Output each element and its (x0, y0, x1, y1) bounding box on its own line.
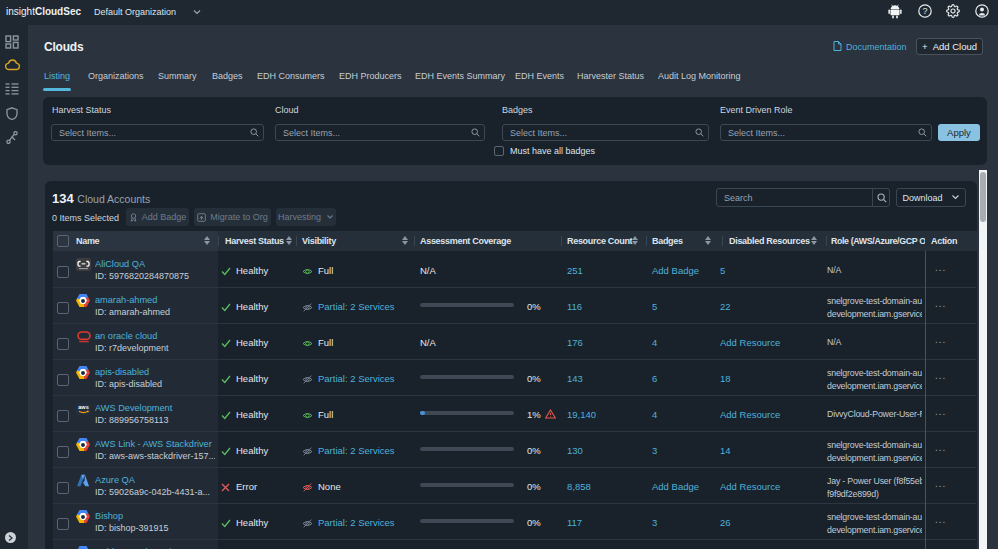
svg-text:aws: aws (78, 404, 88, 410)
